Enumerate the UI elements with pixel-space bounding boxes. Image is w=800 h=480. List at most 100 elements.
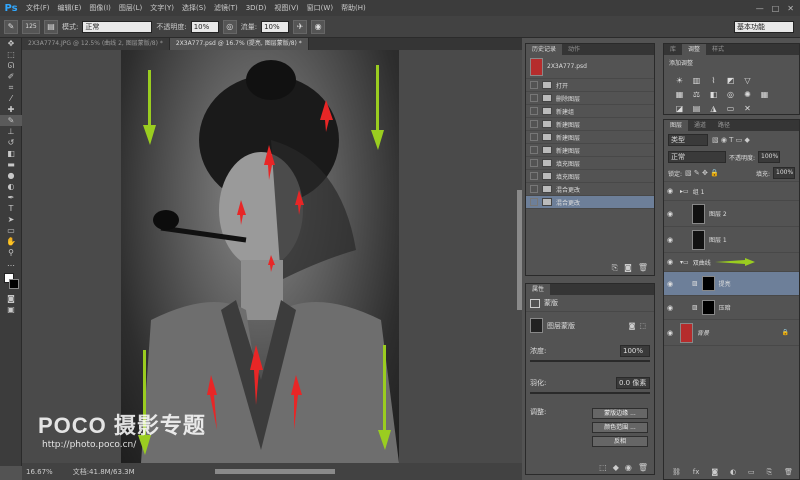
balance-icon[interactable]: ⚖ — [691, 89, 702, 100]
menu-type[interactable]: 文字(Y) — [146, 0, 178, 16]
density-slider[interactable] — [530, 360, 650, 362]
zoom-level[interactable]: 16.67% — [26, 468, 53, 476]
pressure-opacity-icon[interactable]: ◎ — [222, 19, 237, 34]
add-mask-icon[interactable]: ◙ — [711, 468, 718, 477]
gradient-tool-icon[interactable]: ▬ — [0, 159, 22, 170]
eye-icon[interactable]: ◉ — [664, 329, 676, 337]
snapshot-camera-icon[interactable]: ◙ — [624, 263, 632, 273]
mode-select[interactable]: 正常 — [82, 20, 153, 33]
add-mask-icon[interactable]: ◙ — [629, 322, 636, 330]
pressure-size-icon[interactable]: ◉ — [311, 19, 326, 34]
bw-icon[interactable]: ◧ — [708, 89, 719, 100]
quick-mask-icon[interactable]: ◙ — [0, 293, 22, 304]
feather-input[interactable]: 0.0 像素 — [616, 377, 650, 389]
blend-mode-select[interactable]: 正常 — [668, 151, 726, 163]
levels-icon[interactable]: ▥ — [691, 75, 702, 86]
flow-input[interactable]: 10% — [261, 20, 290, 33]
menu-3d[interactable]: 3D(D) — [242, 0, 271, 16]
eye-icon[interactable]: ◉ — [664, 280, 676, 288]
eye-icon[interactable]: ◉ — [664, 187, 676, 195]
history-item[interactable]: 新建图层 — [526, 144, 654, 157]
menu-filter[interactable]: 滤镜(T) — [210, 0, 242, 16]
airbrush-icon[interactable]: ✈ — [293, 19, 308, 34]
pen-tool-icon[interactable]: ✒ — [0, 192, 22, 203]
brush-size-picker[interactable]: 125 — [22, 19, 40, 34]
link-icon[interactable]: ⛓ — [672, 468, 681, 477]
tab-libraries[interactable]: 库 — [664, 44, 682, 55]
history-checkbox[interactable] — [530, 107, 538, 115]
history-checkbox[interactable] — [530, 172, 538, 180]
eye-icon[interactable]: ◉ — [664, 258, 676, 266]
posterize-icon[interactable]: ▤ — [691, 103, 702, 114]
more-tools-icon[interactable]: … — [0, 258, 22, 269]
apply-mask-icon[interactable]: ◆ — [613, 463, 619, 472]
invert-icon[interactable]: ◪ — [674, 103, 685, 114]
visibility-icon[interactable]: ◉ — [625, 463, 632, 472]
tab-adjustments[interactable]: 调整 — [682, 44, 707, 55]
history-item[interactable]: 填充图层 — [526, 157, 654, 170]
tab-document-2[interactable]: 2X3A777.psd @ 16.7% (提亮, 图层蒙版/8) * — [169, 38, 309, 50]
brush-preset-icon[interactable]: ✎ — [4, 19, 18, 34]
photo-filter-icon[interactable]: ◎ — [725, 89, 736, 100]
tab-paths[interactable]: 路径 — [712, 120, 736, 131]
tab-channels[interactable]: 通道 — [688, 120, 712, 131]
hue-icon[interactable]: ▦ — [674, 89, 685, 100]
history-checkbox[interactable] — [530, 159, 538, 167]
history-snapshot[interactable]: 2X3A777.psd — [526, 55, 654, 79]
history-item[interactable]: 新建图层 — [526, 118, 654, 131]
layer-kind-filter[interactable]: 类型 — [668, 134, 708, 146]
marquee-tool-icon[interactable]: ⬚ — [0, 49, 22, 60]
history-item[interactable]: 新建组 — [526, 105, 654, 118]
screen-mode-icon[interactable]: ▣ — [0, 304, 22, 315]
selective-color-icon[interactable]: ✕ — [742, 103, 753, 114]
tab-styles[interactable]: 样式 — [706, 44, 730, 55]
history-checkbox[interactable] — [530, 146, 538, 154]
tab-properties[interactable]: 属性 — [526, 284, 551, 295]
menu-help[interactable]: 帮助(H) — [337, 0, 370, 16]
menu-file[interactable]: 文件(F) — [22, 0, 54, 16]
horizontal-scrollbar[interactable] — [214, 469, 335, 474]
history-checkbox[interactable] — [530, 198, 538, 206]
history-checkbox[interactable] — [530, 94, 538, 102]
minimize-icon[interactable]: — — [756, 4, 764, 13]
eye-icon[interactable]: ◉ — [664, 304, 676, 312]
menu-layer[interactable]: 图层(L) — [115, 0, 146, 16]
new-layer-icon[interactable]: ⎘ — [767, 468, 773, 477]
healing-tool-icon[interactable]: ✚ — [0, 104, 22, 115]
vibrance-icon[interactable]: ▽ — [742, 75, 753, 86]
brush-panel-icon[interactable]: ▤ — [44, 19, 58, 34]
move-tool-icon[interactable]: ✥ — [0, 38, 22, 49]
layer-row-curves-group[interactable]: ◉ ▾▭ 双曲线 — [664, 253, 799, 272]
layer-row-brighten[interactable]: ◉ ▨ 提亮 — [664, 272, 799, 296]
maximize-icon[interactable]: □ — [772, 4, 780, 13]
tab-actions[interactable]: 动作 — [562, 44, 586, 55]
threshold-icon[interactable]: ◮ — [708, 103, 719, 114]
zoom-tool-icon[interactable]: ⚲ — [0, 247, 22, 258]
eye-icon[interactable]: ◉ — [664, 236, 676, 244]
tab-history[interactable]: 历史记录 — [526, 44, 563, 55]
menu-window[interactable]: 窗口(W) — [303, 0, 337, 16]
fx-icon[interactable]: fx — [693, 468, 700, 477]
history-item[interactable]: 混合更改 — [526, 196, 654, 209]
blur-tool-icon[interactable]: ● — [0, 170, 22, 181]
layer-row-background[interactable]: ◉ 背景 🔒 — [664, 320, 799, 346]
lookup-icon[interactable]: ▦ — [759, 89, 770, 100]
tab-layers[interactable]: 图层 — [664, 120, 689, 131]
layer-row-layer-2[interactable]: ◉ 图层 2 — [664, 201, 799, 227]
layer-row-group-1[interactable]: ◉ ▸▭ 组 1 — [664, 182, 799, 201]
history-brush-tool-icon[interactable]: ↺ — [0, 137, 22, 148]
stamp-tool-icon[interactable]: ⊥ — [0, 126, 22, 137]
new-group-icon[interactable]: ▭ — [748, 468, 755, 477]
history-item[interactable]: 打开 — [526, 79, 654, 92]
history-checkbox[interactable] — [530, 81, 538, 89]
quick-select-tool-icon[interactable]: ✐ — [0, 71, 22, 82]
history-checkbox[interactable] — [530, 133, 538, 141]
adjustment-layer-icon[interactable]: ◐ — [730, 468, 736, 477]
brightness-icon[interactable]: ☀ — [674, 75, 685, 86]
history-item[interactable]: 填充图层 — [526, 170, 654, 183]
invert-button[interactable]: 反相 — [592, 436, 648, 447]
dodge-tool-icon[interactable]: ◐ — [0, 181, 22, 192]
layer-row-layer-1[interactable]: ◉ 图层 1 — [664, 227, 799, 253]
density-input[interactable]: 100% — [620, 345, 650, 357]
brush-tool-icon[interactable]: ✎ — [0, 115, 22, 126]
